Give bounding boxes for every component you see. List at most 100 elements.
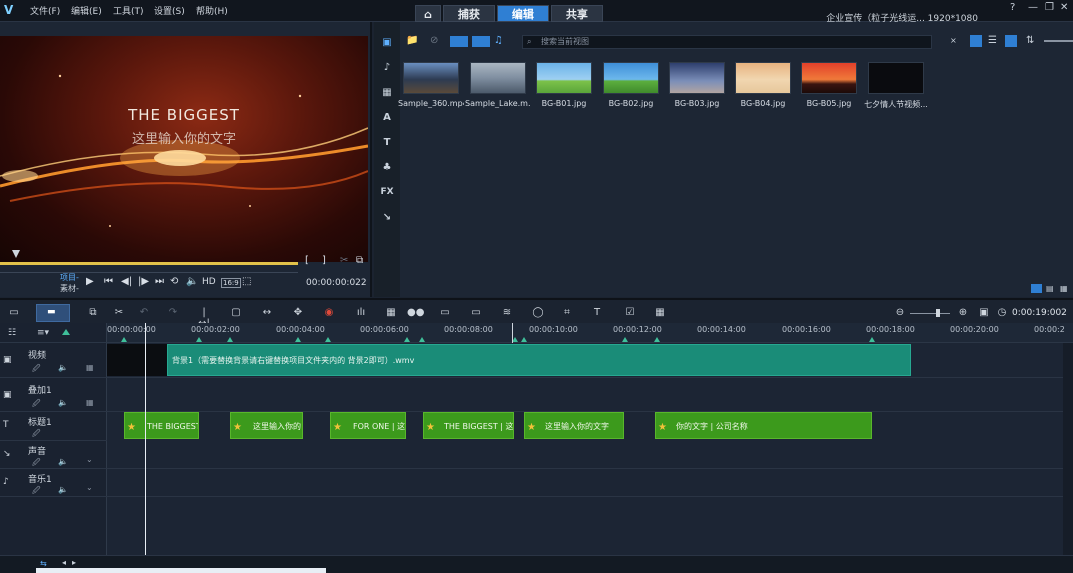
- toolbar-icon[interactable]: ⧉: [86, 307, 100, 319]
- fx-icon[interactable]: FX: [380, 187, 394, 201]
- thumb-sample-360[interactable]: [403, 62, 459, 94]
- cue-marker[interactable]: [325, 337, 331, 342]
- minimize-icon[interactable]: —: [1028, 2, 1038, 13]
- copy-icon[interactable]: ⧉: [356, 255, 363, 266]
- crop-icon[interactable]: ▢: [229, 307, 243, 319]
- tab-share[interactable]: 共享: [550, 5, 603, 22]
- title-icon[interactable]: T: [380, 137, 394, 151]
- show-photo-icon[interactable]: [472, 36, 490, 47]
- video-clip[interactable]: 背景1（需要替换背景请右键替换项目文件夹内的 背景2即可）.wmv: [167, 344, 911, 376]
- repeat-icon[interactable]: ⟲: [170, 276, 178, 287]
- expand-icon[interactable]: ⌄: [86, 483, 93, 492]
- title-clip[interactable]: ★ 这里输入你的文字: [524, 412, 624, 439]
- scroll-right-icon[interactable]: ▸: [72, 558, 76, 567]
- cue-marker[interactable]: [622, 337, 628, 342]
- black-clip[interactable]: [107, 344, 167, 376]
- home-tab[interactable]: ⌂: [415, 5, 441, 22]
- track-motion-icon[interactable]: ✥: [291, 307, 305, 319]
- go-end-icon[interactable]: ⏭: [155, 276, 164, 287]
- thumb-sample-lake[interactable]: [470, 62, 526, 94]
- thumb-bg-b04[interactable]: [735, 62, 791, 94]
- storyboard-view-icon[interactable]: ▭: [7, 307, 21, 319]
- menu-file[interactable]: 文件(F): [30, 4, 60, 17]
- graphics-icon[interactable]: ♣: [380, 162, 394, 176]
- play-icon[interactable]: ▶: [86, 276, 94, 287]
- record-icon[interactable]: ◉: [322, 307, 336, 319]
- title-clip[interactable]: ★ THE BIGGEST | 这里: [423, 412, 514, 439]
- thumb-bg-b03[interactable]: [669, 62, 725, 94]
- restore-icon[interactable]: ❐: [1045, 2, 1054, 13]
- mark-in-icon[interactable]: [: [305, 255, 309, 266]
- panel-browse-icon[interactable]: ▦: [1060, 284, 1068, 293]
- next-frame-icon[interactable]: |▶: [138, 276, 149, 287]
- media-icon[interactable]: ▣: [380, 37, 394, 51]
- thumb-bg-b02[interactable]: [603, 62, 659, 94]
- link-icon[interactable]: 🖉: [32, 485, 41, 499]
- color-icon[interactable]: ●●: [407, 307, 424, 319]
- scroll-left-icon[interactable]: ◂: [62, 558, 66, 567]
- cue-marker[interactable]: [196, 337, 202, 342]
- template-icon[interactable]: ☑: [623, 307, 637, 319]
- prev-frame-icon[interactable]: ◀|: [121, 276, 132, 287]
- marker-icon[interactable]: [62, 329, 70, 335]
- cue-marker[interactable]: [227, 337, 233, 342]
- sort-icon[interactable]: ⇅: [1026, 35, 1034, 46]
- thumb-bg-b05[interactable]: [801, 62, 857, 94]
- go-start-icon[interactable]: ⏮: [104, 276, 113, 287]
- timeline-vscrollbar[interactable]: [1063, 343, 1073, 555]
- fit-project-icon[interactable]: ▣: [977, 307, 991, 319]
- panel-options-icon[interactable]: [1031, 284, 1042, 293]
- screen-capture-icon[interactable]: ⌗: [560, 307, 574, 319]
- split-icon[interactable]: ✂: [340, 255, 348, 266]
- title-clip[interactable]: ★ FOR ONE | 这里: [330, 412, 406, 439]
- zoom-out-icon[interactable]: ⊖: [893, 307, 907, 319]
- multi-trim-icon[interactable]: ▭: [469, 307, 483, 319]
- folder-icon[interactable]: 📁: [406, 35, 418, 46]
- tools-icon[interactable]: ✂: [112, 307, 126, 319]
- tab-capture[interactable]: 捕获: [442, 5, 495, 22]
- redo-icon[interactable]: ↷: [166, 307, 180, 319]
- help-icon[interactable]: ?: [1010, 2, 1015, 13]
- cue-marker[interactable]: [121, 337, 127, 342]
- aspect-ratio-button[interactable]: 16:9: [221, 278, 241, 288]
- library-search-input[interactable]: ⌕ 搜索当前视图: [522, 35, 932, 49]
- 3d-title-icon[interactable]: T: [590, 307, 604, 319]
- grid-icon[interactable]: ▦: [86, 398, 94, 407]
- cue-marker[interactable]: [869, 337, 875, 342]
- clip-mode-label[interactable]: 素材-: [60, 283, 79, 294]
- list-view-icon[interactable]: [970, 35, 982, 47]
- cue-marker[interactable]: [419, 337, 425, 342]
- link-icon[interactable]: 🖉: [32, 363, 41, 377]
- title-clip[interactable]: ★ 这里输入你的: [230, 412, 303, 439]
- playhead[interactable]: [145, 323, 146, 555]
- hscroll-thumb[interactable]: [36, 568, 326, 573]
- menu-help[interactable]: 帮助(H): [196, 4, 228, 17]
- multicam-icon[interactable]: ▦: [384, 307, 398, 319]
- volume-icon[interactable]: 🔈: [186, 276, 198, 287]
- disabled-icon[interactable]: ⊘: [430, 35, 438, 46]
- mosaic-icon[interactable]: ▦: [653, 307, 667, 319]
- path-icon[interactable]: ↘: [380, 212, 394, 226]
- title-clip[interactable]: ★ 你的文字 | 公司名称: [655, 412, 872, 439]
- speed-icon[interactable]: ≋: [500, 307, 514, 319]
- menu-tools[interactable]: 工具(T): [113, 4, 144, 17]
- zoom-in-icon[interactable]: ⊕: [956, 307, 970, 319]
- scrub-bar[interactable]: [0, 262, 298, 265]
- preview-timecode[interactable]: 00:00:00:022: [306, 278, 367, 288]
- project-mode-label[interactable]: 项目-: [60, 272, 79, 283]
- timeline-view-button[interactable]: ▬: [36, 304, 70, 322]
- timeline-ruler[interactable]: 00:00:00:00 00:00:02:00 00:00:04:00 00:0…: [107, 323, 1073, 343]
- fit-icon[interactable]: |↔|: [197, 307, 211, 329]
- thumb-bg-b01[interactable]: [536, 62, 592, 94]
- title-clip[interactable]: ★ THE BIGGEST |: [124, 412, 199, 439]
- panel-layout-icon[interactable]: ▤: [1046, 284, 1054, 293]
- link-icon[interactable]: 🖉: [32, 428, 41, 442]
- title-effect-icon[interactable]: A: [380, 112, 394, 126]
- expand-icon[interactable]: ⌄: [86, 455, 93, 464]
- tab-edit[interactable]: 编辑: [496, 5, 549, 22]
- close-icon[interactable]: ✕: [1060, 2, 1068, 13]
- cue-marker[interactable]: [404, 337, 410, 342]
- search-clear-icon[interactable]: ×: [950, 36, 957, 45]
- zoom-slider[interactable]: [910, 313, 950, 314]
- volume-icon[interactable]: 🔈: [58, 457, 68, 466]
